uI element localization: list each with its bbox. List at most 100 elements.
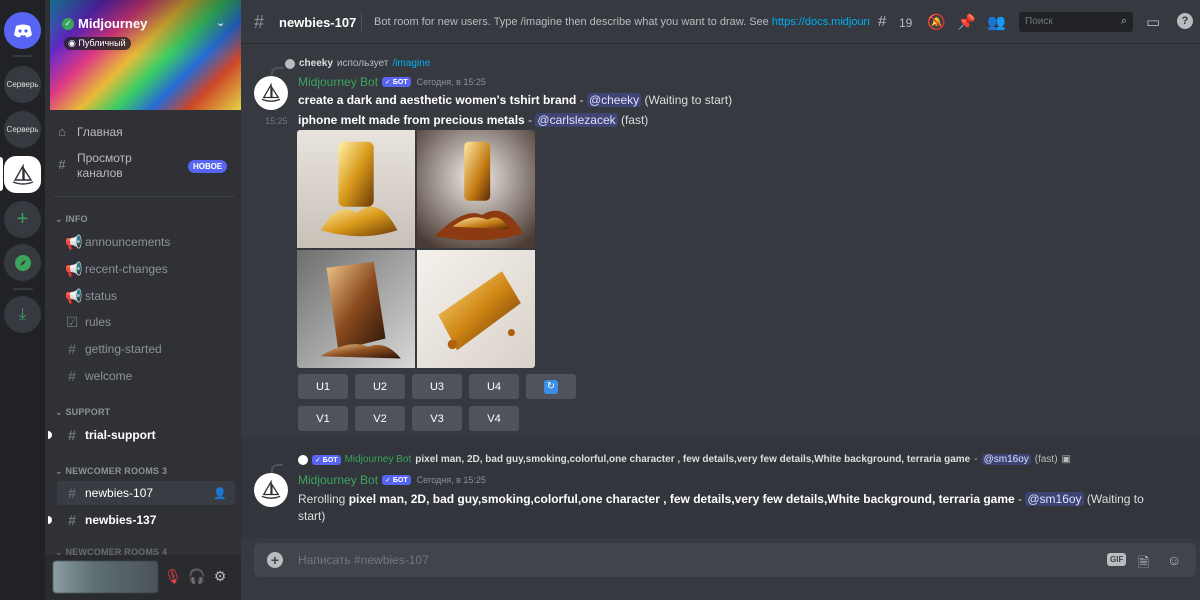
checkbox-icon: ☑ (65, 313, 79, 330)
avatar (285, 58, 295, 69)
server-icon-1[interactable]: Серверь (4, 66, 41, 103)
message-content: Rerolling pixel man, 2D, bad guy,smoking… (298, 492, 1144, 523)
channel-welcome[interactable]: # welcome (65, 364, 235, 388)
add-member-icon[interactable]: 👤 (213, 487, 227, 500)
hash-icon: # (68, 368, 76, 384)
channel-rules[interactable]: ☑ rules (65, 310, 235, 334)
image-icon: ▣ (1061, 454, 1071, 465)
public-badge: ◉ Публичный (64, 37, 131, 50)
search-input[interactable]: Поиск ⌕ (1019, 12, 1133, 32)
timestamp: 15:25 (265, 116, 288, 126)
gif-button[interactable]: GIF (1107, 553, 1127, 566)
search-icon: ⌕ (1120, 15, 1127, 27)
server-banner[interactable]: ✓ Midjourney ◉ Публичный ⌄ (50, 0, 241, 110)
inbox-icon[interactable]: ▭ (1146, 13, 1160, 31)
variation-2-button[interactable]: V2 (355, 406, 405, 431)
message-input[interactable]: Написать #newbies-107 (298, 553, 429, 567)
hash-icon: # (68, 427, 76, 443)
message-author[interactable]: Midjourney Bot ✓ БОТ Сегодня, в 15:25 (298, 75, 486, 89)
channel-topic[interactable]: Bot room for new users. Type /imagine th… (374, 16, 869, 28)
bot-badge: ✓ БОТ (382, 475, 411, 485)
channel-header: # newbies-107 Bot room for new users. Ty… (241, 0, 1200, 44)
channel-trial-support[interactable]: # trial-support (65, 423, 235, 447)
threads-count: 19 (899, 16, 913, 30)
refresh-icon: ↻ (544, 379, 558, 394)
upscale-3-button[interactable]: U3 (412, 374, 462, 399)
members-icon[interactable]: 👥 (987, 13, 1006, 31)
generated-image[interactable] (297, 250, 415, 368)
nav-home[interactable]: ⌂ Главная (55, 124, 235, 139)
emoji-icon[interactable]: ☺ (1167, 552, 1181, 568)
home-icon: ⌂ (58, 124, 66, 139)
thread-hash-icon: # (254, 12, 265, 32)
upscale-4-button[interactable]: U4 (469, 374, 519, 399)
channel-getting-started[interactable]: # getting-started (65, 337, 235, 361)
avatar[interactable] (254, 76, 288, 110)
message-content: iphone melt made from precious metals - … (298, 113, 649, 127)
rail-separator (13, 55, 33, 57)
variation-1-button[interactable]: V1 (298, 406, 348, 431)
timestamp: Сегодня, в 15:25 (416, 77, 486, 87)
message-composer[interactable]: + Написать #newbies-107 GIF 🗎 ☺ (254, 543, 1196, 577)
generated-image[interactable] (417, 250, 535, 368)
channel-recent-changes[interactable]: 📢 recent-changes (65, 257, 235, 281)
category-info[interactable]: ⌄ INFO (55, 214, 88, 225)
user-mention[interactable]: @cheeky (586, 93, 642, 107)
download-apps-icon[interactable]: ⤓ (4, 296, 41, 333)
user-mention[interactable]: @sm16oy (1025, 492, 1084, 506)
avatar[interactable] (254, 473, 288, 507)
gear-icon[interactable]: ⚙ (212, 568, 228, 584)
rail-separator (13, 288, 33, 290)
mute-mic-icon[interactable]: 🎙 (164, 568, 182, 584)
generated-image[interactable] (297, 130, 415, 248)
notifications-muted-icon[interactable]: 🔕 (927, 13, 946, 31)
sticker-icon[interactable]: 🗎 (1138, 552, 1149, 576)
channel-title: newbies-107 (279, 15, 357, 30)
threads-icon[interactable]: # (878, 13, 886, 30)
headphones-icon[interactable]: 🎧 (188, 568, 205, 584)
add-server-icon[interactable]: + (4, 201, 41, 238)
discord-home-icon[interactable] (4, 12, 41, 49)
midjourney-server-icon[interactable] (4, 156, 41, 193)
bot-badge: ✓ БОТ (312, 454, 341, 465)
timestamp: Сегодня, в 15:25 (416, 475, 486, 485)
thread-hash-icon: # (68, 485, 76, 501)
avatar[interactable] (53, 561, 158, 593)
chevron-down-icon[interactable]: ⌄ (216, 16, 225, 29)
message-list: cheeky использует /imagine Midjourney Bo… (241, 45, 1200, 538)
generated-image-grid[interactable] (297, 130, 535, 368)
upscale-2-button[interactable]: U2 (355, 374, 405, 399)
user-mention[interactable]: @carlslezacek (535, 113, 618, 127)
help-icon[interactable]: ? (1177, 13, 1193, 29)
bot-badge: ✓ БОТ (382, 77, 411, 87)
header-divider (361, 13, 362, 31)
channel-newbies-137[interactable]: # newbies-137 (65, 508, 235, 532)
category-support[interactable]: ⌄ SUPPORT (55, 407, 110, 418)
channel-newbies-107[interactable]: # newbies-107 👤 (57, 481, 235, 505)
reply-preview[interactable]: ✓ БОТ Midjourney Bot pixel man, 2D, bad … (298, 454, 1071, 465)
message-content: create a dark and aesthetic women's tshi… (298, 93, 733, 107)
add-attachment-icon[interactable]: + (267, 552, 283, 568)
avatar (298, 454, 308, 465)
channel-status[interactable]: 📢 status (65, 284, 235, 308)
upscale-1-button[interactable]: U1 (298, 374, 348, 399)
category-newcomer-rooms-3[interactable]: ⌄ NEWCOMER ROOMS 3 (55, 466, 167, 477)
explore-servers-icon[interactable] (4, 244, 41, 281)
server-name[interactable]: ✓ Midjourney (62, 16, 147, 31)
docs-link[interactable]: https://docs.midjourn... (772, 16, 869, 28)
pin-icon[interactable]: 📌 (957, 13, 976, 31)
channel-announcements[interactable]: 📢 announcements (65, 230, 235, 254)
browse-channels-icon: # (58, 157, 66, 172)
generated-image[interactable] (417, 130, 535, 248)
selected-server-indicator (0, 157, 3, 191)
variation-3-button[interactable]: V3 (412, 406, 462, 431)
variation-4-button[interactable]: V4 (469, 406, 519, 431)
message-author[interactable]: Midjourney Bot ✓ БОТ Сегодня, в 15:25 (298, 473, 486, 487)
reroll-button[interactable]: ↻ (526, 374, 576, 399)
user-panel: 🎙 🎧 ⚙ (45, 555, 241, 600)
server-icon-2[interactable]: Серверь (4, 111, 41, 148)
megaphone-icon: 📢 (65, 260, 83, 277)
command-reply[interactable]: cheeky использует /imagine (285, 58, 430, 69)
verified-icon: ✓ (62, 17, 74, 30)
megaphone-icon: 📢 (65, 233, 83, 250)
